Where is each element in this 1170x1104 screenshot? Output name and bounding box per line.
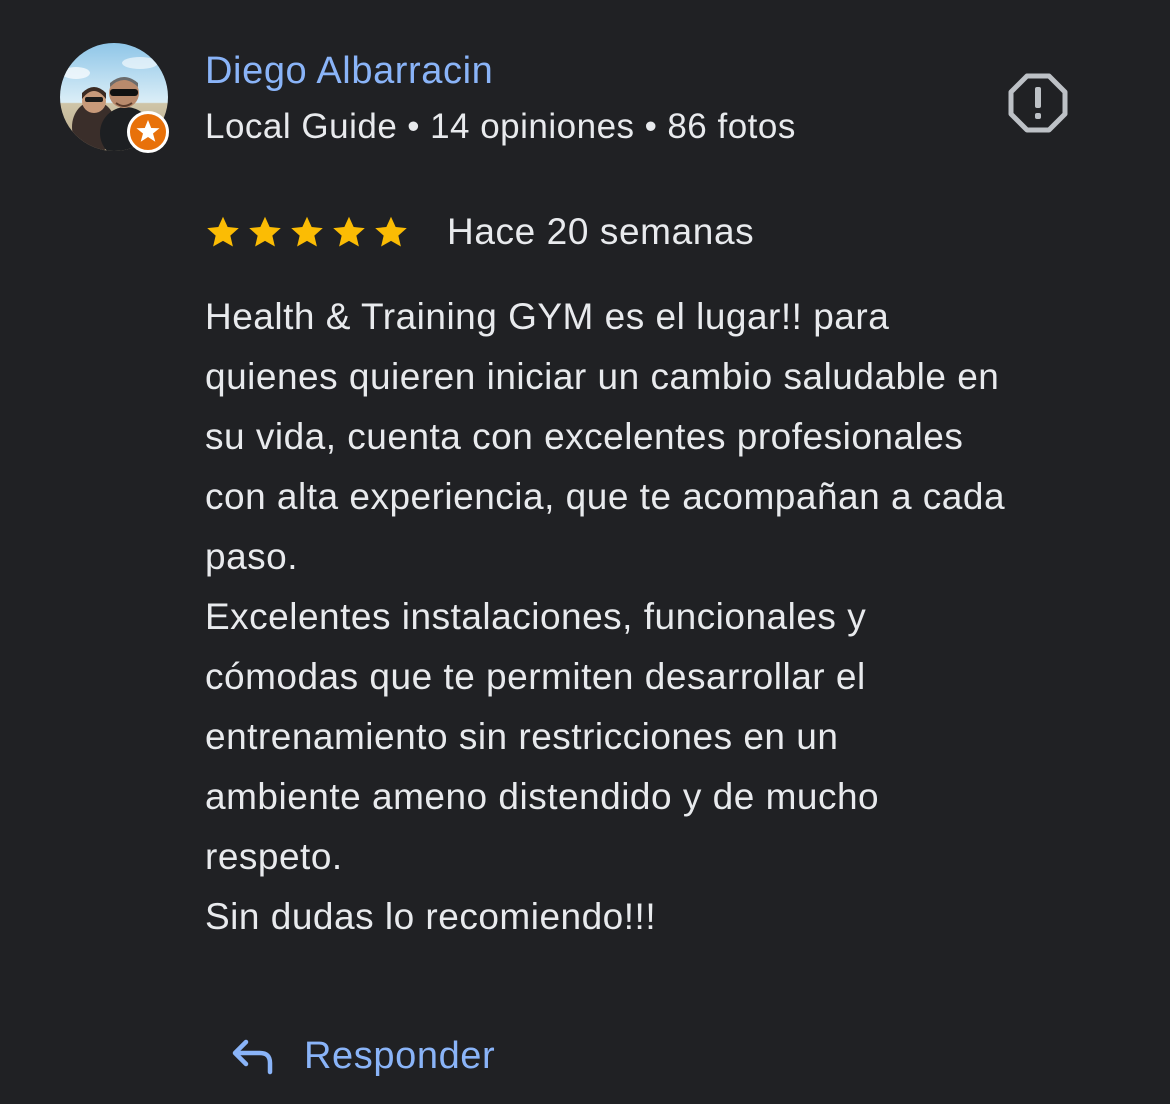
- star-icon: [289, 214, 325, 250]
- review-text: Health & Training GYM es el lugar!! para…: [205, 287, 1125, 947]
- star-icon: [247, 214, 283, 250]
- rating-row: Hace 20 semanas: [205, 208, 754, 256]
- review-date: Hace 20 semanas: [447, 211, 755, 252]
- reply-label: Responder: [304, 1034, 496, 1077]
- star-icon: [373, 214, 409, 250]
- author-name[interactable]: Diego Albarracin: [205, 48, 493, 94]
- author-meta: Local Guide • 14 opiniones • 86 fotos: [205, 105, 796, 149]
- photos-count: 86 fotos: [667, 107, 796, 146]
- review-text-line: cómodas que te permiten desarrollar el: [205, 656, 866, 697]
- local-guide-label: Local Guide: [205, 107, 398, 146]
- report-button[interactable]: [1005, 70, 1071, 136]
- author-avatar[interactable]: [60, 43, 169, 153]
- star-icon: [205, 214, 241, 250]
- meta-separator: •: [644, 107, 658, 146]
- meta-separator: •: [407, 107, 421, 146]
- review-card: Diego Albarracin Local Guide • 14 opinione…: [0, 0, 1170, 1104]
- review-text-line: su vida, cuenta con excelentes profesion…: [205, 416, 964, 457]
- review-text-line: ambiente ameno distendido y de mucho: [205, 776, 880, 817]
- review-text-line: paso.: [205, 536, 299, 577]
- star-icon: [331, 214, 367, 250]
- star-rating: [205, 214, 409, 250]
- review-text-line: quienes quieren iniciar un cambio saluda…: [205, 356, 1000, 397]
- reply-button[interactable]: Responder: [230, 1028, 495, 1084]
- review-text-line: Excelentes instalaciones, funcionales y: [205, 596, 867, 637]
- review-text-line: entrenamiento sin restricciones en un: [205, 716, 839, 757]
- local-guide-badge-icon: [127, 111, 169, 153]
- reviews-count: 14 opiniones: [430, 107, 635, 146]
- reply-arrow-icon: [230, 1036, 276, 1076]
- report-flag-icon: [1005, 73, 1071, 140]
- review-text-line: con alta experiencia, que te acompañan a…: [205, 476, 1006, 517]
- review-text-line: respeto.: [205, 836, 343, 877]
- review-text-line: Health & Training GYM es el lugar!! para: [205, 296, 890, 337]
- review-text-line: Sin dudas lo recomiendo!!!: [205, 896, 657, 937]
